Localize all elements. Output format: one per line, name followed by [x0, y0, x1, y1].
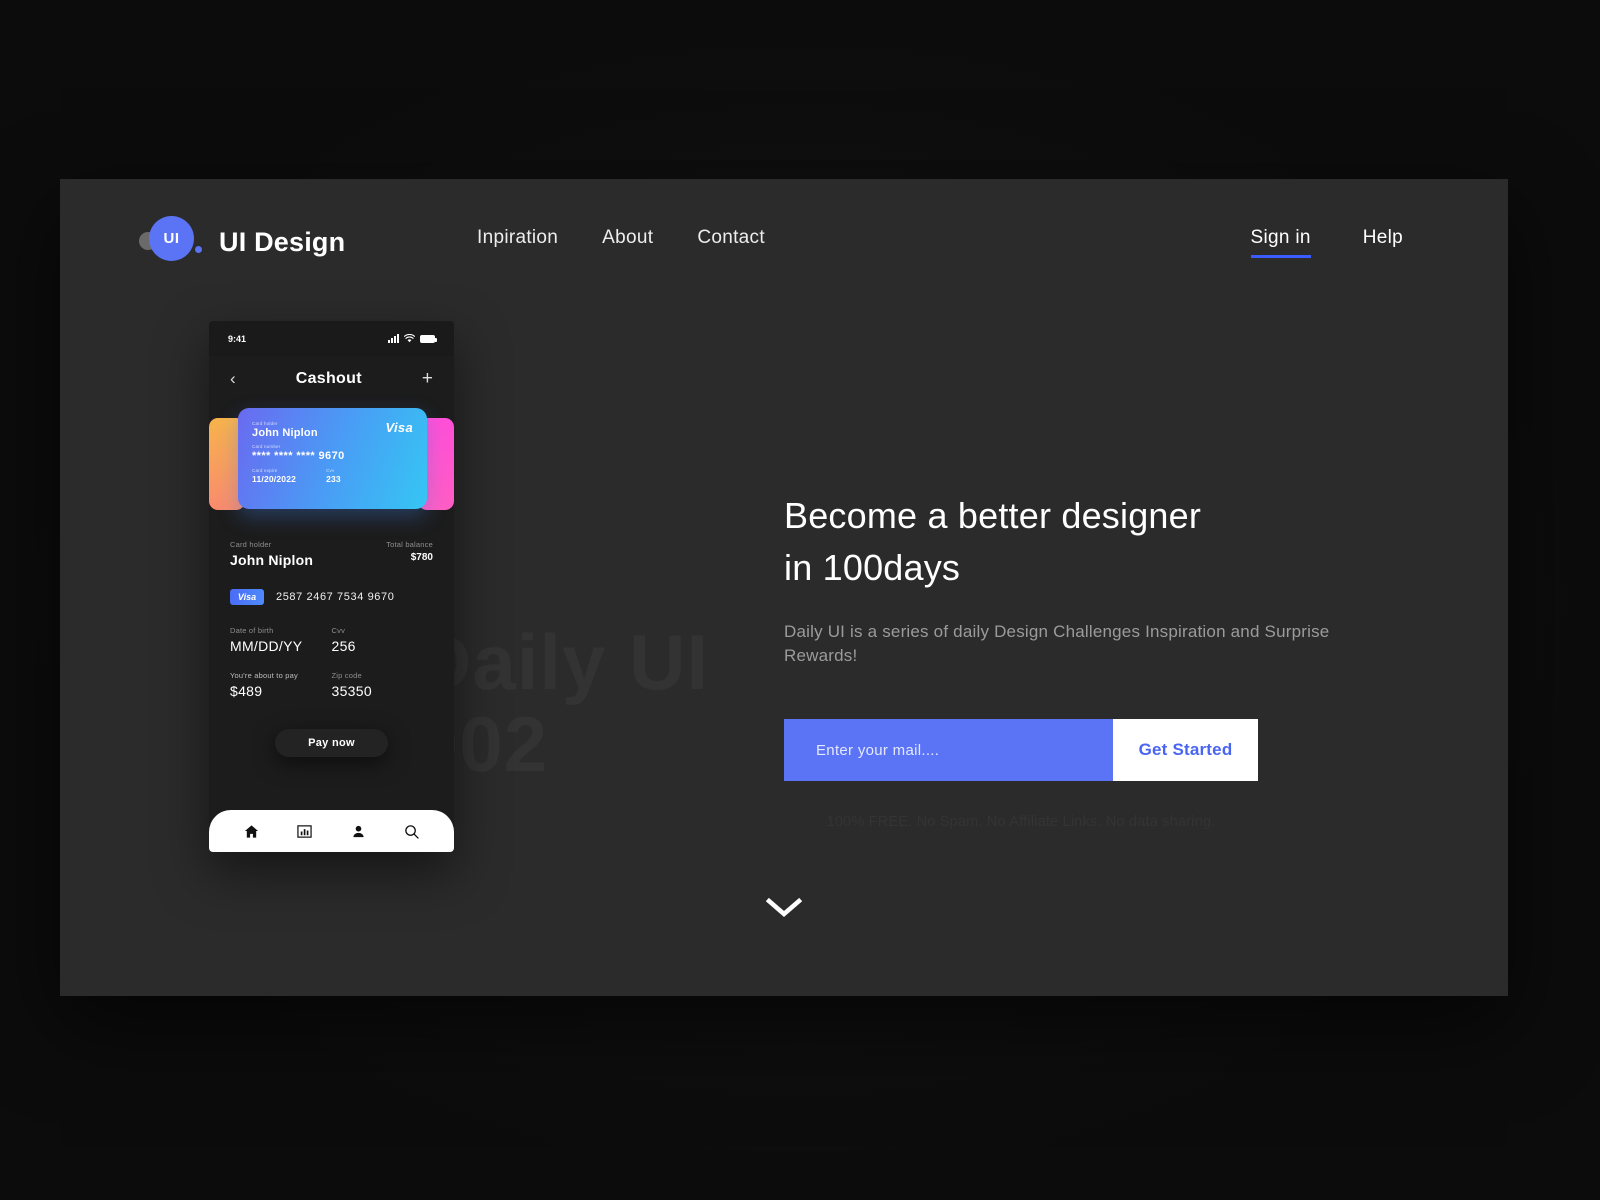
- details-cvv-group: Cvv 256: [332, 626, 434, 654]
- chart-icon[interactable]: [297, 824, 313, 839]
- page-title: Become a better designer in 100days: [784, 490, 1344, 594]
- card-expire-group: Card expire 11/20/2022: [252, 468, 296, 484]
- details-pay-amount: $489: [230, 683, 263, 699]
- payment-details: Card holder John Niplon Total balance $7…: [209, 516, 454, 757]
- details-balance-label: Total balance: [386, 540, 433, 549]
- phone-mockup: 9:41 ‹ Cashout + Visa Card holder John N…: [209, 321, 454, 852]
- headline-line-1: Become a better designer: [784, 495, 1202, 536]
- statusbar-icons: [388, 334, 437, 343]
- signup-form: Get Started: [784, 719, 1258, 782]
- primary-nav: Inpiration About Contact: [477, 227, 765, 249]
- details-zip-value[interactable]: 35350: [332, 683, 434, 699]
- card-number-label: Card number: [252, 444, 281, 449]
- add-icon[interactable]: +: [422, 368, 433, 390]
- phone-statusbar: 9:41: [209, 321, 454, 356]
- battery-icon: [420, 335, 437, 343]
- nav-item-contact[interactable]: Contact: [697, 227, 765, 249]
- person-icon[interactable]: [351, 824, 366, 839]
- details-cvv-value[interactable]: 256: [332, 638, 434, 654]
- headline-line-2: in 100days: [784, 547, 961, 589]
- watermark-line-2: 002: [415, 699, 549, 788]
- hero-section: Become a better designer in 100days Dail…: [784, 490, 1344, 830]
- chevron-down-icon[interactable]: [764, 896, 804, 925]
- hero-subtext: Daily UI is a series of daily Design Cha…: [784, 622, 1330, 665]
- card-number-value: **** **** **** 9670: [252, 450, 345, 462]
- details-dob-group: Date of birth MM/DD/YY: [230, 626, 332, 654]
- main-panel: UI UI Design Inpiration About Contact Si…: [60, 179, 1508, 996]
- logo-circle-icon: UI: [149, 216, 194, 261]
- phone-header: ‹ Cashout +: [209, 356, 454, 402]
- details-card-number: 2587 2467 7534 9670: [276, 591, 395, 603]
- logo-mark: UI: [133, 216, 211, 268]
- details-balance-group: Total balance $780: [386, 540, 433, 563]
- card-visa-logo: Visa: [385, 420, 413, 435]
- card-expire-label: Card expire: [252, 468, 278, 473]
- card-number-row[interactable]: Visa 2587 2467 7534 9670: [230, 589, 433, 605]
- card-meta-row: Card expire 11/20/2022 Cvv 233: [252, 468, 413, 484]
- nav-item-about[interactable]: About: [602, 227, 653, 249]
- help-link[interactable]: Help: [1363, 227, 1403, 258]
- details-row-pay-zip: You're about to pay $489 Zip code 35350: [230, 671, 433, 699]
- card-expire-value: 11/20/2022: [252, 474, 297, 484]
- email-field[interactable]: [784, 719, 1113, 782]
- home-icon[interactable]: [244, 824, 259, 839]
- fineprint-text: 100% FREE. No Spam. No Affiliate Links. …: [826, 814, 1216, 831]
- background-watermark: Daily UI 002: [415, 621, 709, 788]
- brand-name: UI Design: [219, 226, 346, 257]
- search-icon[interactable]: [404, 824, 419, 839]
- sign-in-link[interactable]: Sign in: [1250, 227, 1311, 258]
- logo[interactable]: UI UI Design: [133, 216, 345, 268]
- card-carousel: Visa Card holder John Niplon Card number…: [209, 408, 454, 516]
- secondary-nav: Sign in Help: [1250, 227, 1403, 258]
- nav-item-inpiration[interactable]: Inpiration: [477, 227, 558, 249]
- signal-icon: [388, 334, 399, 343]
- details-pay-label: You're about to pay: [230, 671, 298, 680]
- back-chevron-icon[interactable]: ‹: [230, 369, 236, 389]
- card-cvv-group: Cvv 233: [326, 468, 341, 484]
- details-zip-label: Zip code: [331, 671, 362, 680]
- watermark-line-1: Daily UI: [415, 618, 710, 706]
- visa-badge-icon: Visa: [230, 589, 264, 605]
- wifi-icon: [404, 334, 415, 343]
- details-holder-group: Card holder John Niplon: [230, 540, 313, 568]
- details-dob-value[interactable]: MM/DD/YY: [230, 638, 332, 654]
- details-top-row: Card holder John Niplon Total balance $7…: [230, 540, 433, 568]
- details-holder-label: Card holder: [230, 540, 272, 549]
- site-header: UI UI Design Inpiration About Contact Si…: [60, 179, 1508, 299]
- phone-title: Cashout: [295, 370, 362, 387]
- card-cvv-label: Cvv: [326, 468, 335, 473]
- logo-blue-dot-icon: [195, 246, 202, 253]
- card-cvv-value: 233: [326, 474, 341, 484]
- details-zip-group: Zip code 35350: [332, 671, 434, 699]
- details-dob-label: Date of birth: [230, 626, 274, 635]
- details-cvv-label: Cvv: [331, 626, 346, 635]
- statusbar-time: 9:41: [228, 333, 247, 344]
- details-balance-value: $780: [410, 552, 433, 563]
- details-holder-value: John Niplon: [230, 552, 314, 568]
- phone-bottom-nav: [209, 810, 454, 852]
- pay-now-button[interactable]: Pay now: [275, 729, 388, 757]
- get-started-button[interactable]: Get Started: [1113, 719, 1258, 782]
- details-row-dob-cvv: Date of birth MM/DD/YY Cvv 256: [230, 626, 433, 654]
- credit-card[interactable]: Visa Card holder John Niplon Card number…: [238, 408, 427, 509]
- details-pay-group: You're about to pay $489: [230, 671, 332, 699]
